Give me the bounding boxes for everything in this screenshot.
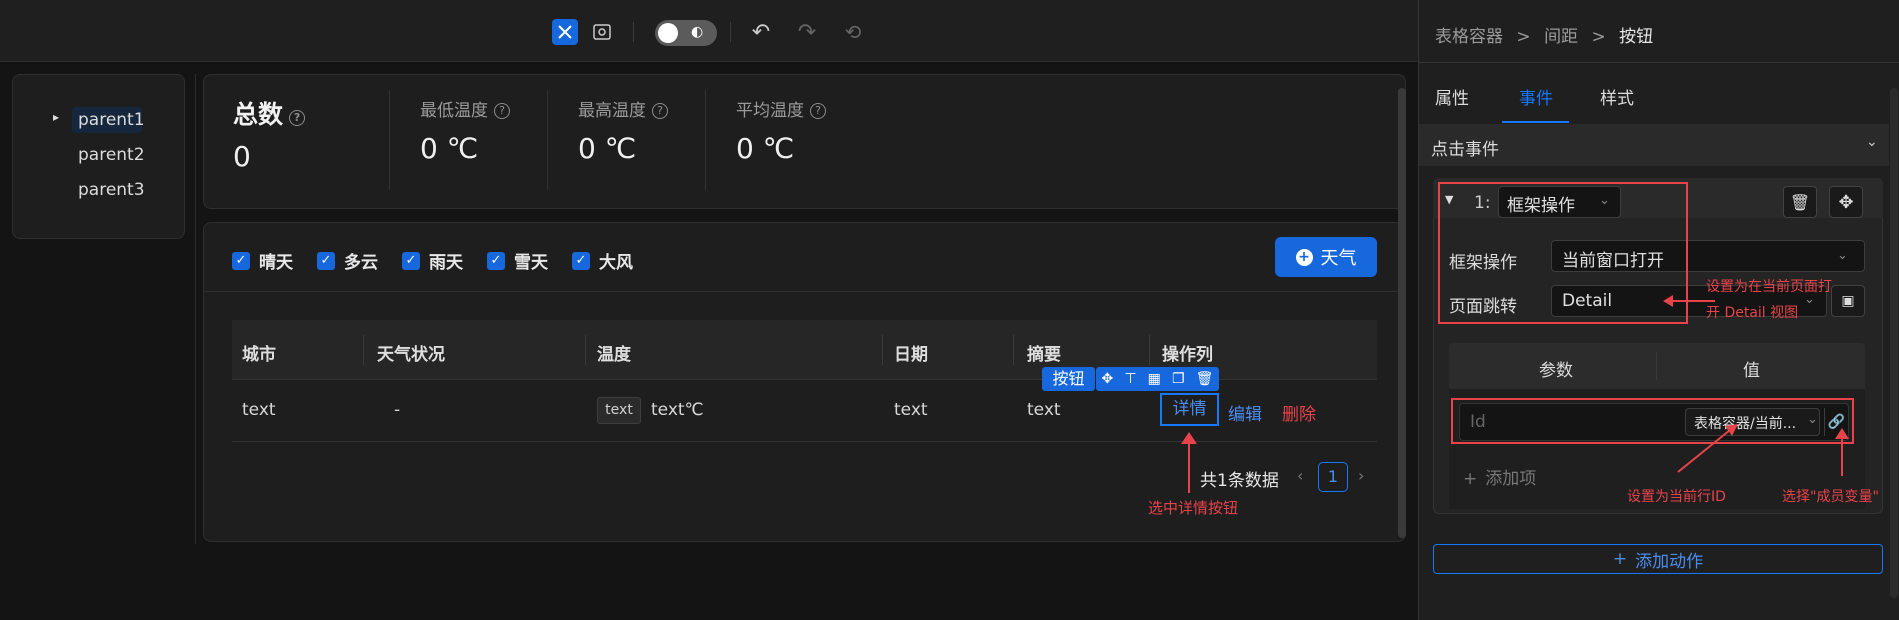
tab-events[interactable]: 事件 (1519, 84, 1553, 109)
stat-max-value: 0 ℃ (578, 132, 637, 165)
move-icon[interactable]: ✥ (1102, 371, 1114, 387)
pagination-total: 共1条数据 (1200, 471, 1279, 491)
help-icon: ? (810, 102, 826, 119)
col-header-temp[interactable]: 温度 (597, 340, 631, 365)
cell-status: - (394, 400, 401, 420)
help-icon: ? (652, 102, 668, 119)
top-toolbar: ◐ ↶ ↷ ⟲ (0, 0, 1418, 62)
preview-icon[interactable] (589, 19, 615, 45)
stat-total-label: 总数? (233, 95, 306, 131)
variable-picker-icon[interactable]: ▣ (1831, 285, 1865, 317)
add-icon[interactable]: ✥ (1829, 186, 1863, 218)
cell-date: text (894, 400, 928, 420)
param-header-name: 参数 (1539, 361, 1573, 381)
filter-checkbox-windy[interactable]: ✓ 大风 (572, 248, 633, 273)
edit-link[interactable]: 编辑 (1228, 400, 1262, 425)
stat-max-label: 最高温度? (578, 96, 668, 121)
annotation-arrow-row-id (1677, 424, 1738, 473)
tree-item-parent3[interactable]: parent3 (78, 180, 145, 200)
annotation-open-detail-1: 设置为在当前页面打 (1706, 279, 1832, 295)
tree-item-parent1[interactable]: parent1 (78, 110, 145, 130)
tab-styles[interactable]: 样式 (1600, 84, 1634, 109)
temp-tag: text (597, 397, 641, 424)
page-1-button[interactable]: 1 (1318, 462, 1348, 492)
copy-icon[interactable]: ❐ (1172, 371, 1185, 387)
annotation-select-detail: 选中详情按钮 (1148, 499, 1239, 517)
param-table-header (1449, 343, 1865, 389)
filter-checkbox-snowy[interactable]: ✓ 雪天 (487, 248, 548, 273)
annotation-arrow (1188, 438, 1190, 493)
col-header-actions[interactable]: 操作列 (1162, 340, 1213, 365)
annotation-choose-member: 选择"成员变量" (1782, 489, 1879, 505)
tab-properties[interactable]: 属性 (1435, 84, 1469, 109)
check-icon: ✓ (572, 251, 590, 270)
annotation-set-row-id: 设置为当前行ID (1627, 489, 1726, 505)
breadcrumb-item: 间距 (1544, 27, 1579, 47)
param-header-value: 值 (1743, 361, 1760, 381)
add-weather-button[interactable]: + 天气 (1275, 237, 1377, 277)
caret-right-icon: ▸ (53, 110, 60, 124)
filter-checkbox-cloudy[interactable]: ✓ 多云 (317, 248, 378, 273)
breadcrumb-item: 表格容器 (1435, 27, 1503, 47)
trash-icon[interactable]: 🗑 (1783, 186, 1817, 218)
cell-summary: text (1027, 400, 1061, 420)
delete-link[interactable]: 删除 (1282, 400, 1316, 425)
add-item-button[interactable]: + 添加项 (1463, 464, 1536, 489)
panel-scrollbar[interactable] (1890, 88, 1898, 598)
annotation-box-param (1451, 398, 1854, 444)
check-icon: ✓ (317, 251, 335, 270)
table-icon[interactable]: ▦ (1148, 371, 1161, 387)
check-icon: ✓ (487, 251, 505, 270)
check-icon: ✓ (402, 251, 420, 270)
stat-min-value: 0 ℃ (420, 132, 479, 165)
check-icon: ✓ (232, 251, 250, 270)
tab-active-indicator (1502, 121, 1569, 123)
section-title: 点击事件 (1431, 140, 1499, 160)
align-top-icon[interactable]: ⊤ (1124, 371, 1136, 387)
help-icon: ? (494, 102, 510, 119)
delete-icon[interactable]: 🗑 (1196, 371, 1214, 387)
theme-toggle[interactable]: ◐ (655, 20, 717, 46)
chevron-down-icon[interactable]: ⌄ (1866, 134, 1878, 150)
detail-button[interactable]: 详情 (1160, 393, 1219, 426)
tree-item-parent2[interactable]: parent2 (78, 145, 145, 165)
design-canvas: ◐ ↶ ↷ ⟲ ▸ parent1 parent2 parent3 总数? 0 … (0, 0, 1418, 620)
canvas-scrollbar[interactable] (1398, 88, 1406, 538)
add-action-button[interactable]: + 添加动作 (1433, 544, 1883, 574)
undo-icon[interactable]: ↶ (748, 19, 774, 45)
col-header-date[interactable]: 日期 (894, 340, 928, 365)
col-header-summary[interactable]: 摘要 (1027, 340, 1061, 365)
help-icon: ? (289, 109, 306, 126)
cell-temp: text℃ (651, 400, 704, 420)
chevron-down-icon: ⌄ (1837, 248, 1848, 263)
stat-avg-value: 0 ℃ (736, 132, 795, 165)
col-header-status[interactable]: 天气状况 (377, 340, 445, 365)
moon-icon: ◐ (691, 24, 704, 40)
stats-panel (203, 74, 1406, 209)
redo-icon[interactable]: ↷ (794, 19, 820, 45)
stat-avg-label: 平均温度? (736, 96, 826, 121)
prev-page-icon[interactable]: ‹ (1297, 466, 1303, 485)
annotation-open-detail-2: 开 Detail 视图 (1706, 305, 1799, 321)
selected-component-label: 按钮 (1042, 367, 1095, 391)
next-page-icon[interactable]: › (1358, 466, 1364, 485)
stat-min-label: 最低温度? (420, 96, 510, 121)
plus-circle-icon: + (1295, 248, 1313, 266)
selection-toolbar: ✥ ⊤ ▦ ❐ 🗑 (1096, 367, 1219, 391)
filter-checkbox-sunny[interactable]: ✓ 晴天 (232, 248, 293, 273)
filter-checkbox-rainy[interactable]: ✓ 雨天 (402, 248, 463, 273)
col-header-city[interactable]: 城市 (242, 340, 276, 365)
breadcrumb-item: 按钮 (1619, 27, 1654, 47)
breadcrumb: 表格容器 > 间距 > 按钮 (1435, 27, 1654, 47)
cell-city: text (242, 400, 276, 420)
design-icon[interactable] (552, 19, 578, 45)
stat-total-value: 0 (233, 140, 251, 173)
history-icon[interactable]: ⟲ (840, 19, 866, 45)
annotation-box-action (1438, 182, 1688, 324)
